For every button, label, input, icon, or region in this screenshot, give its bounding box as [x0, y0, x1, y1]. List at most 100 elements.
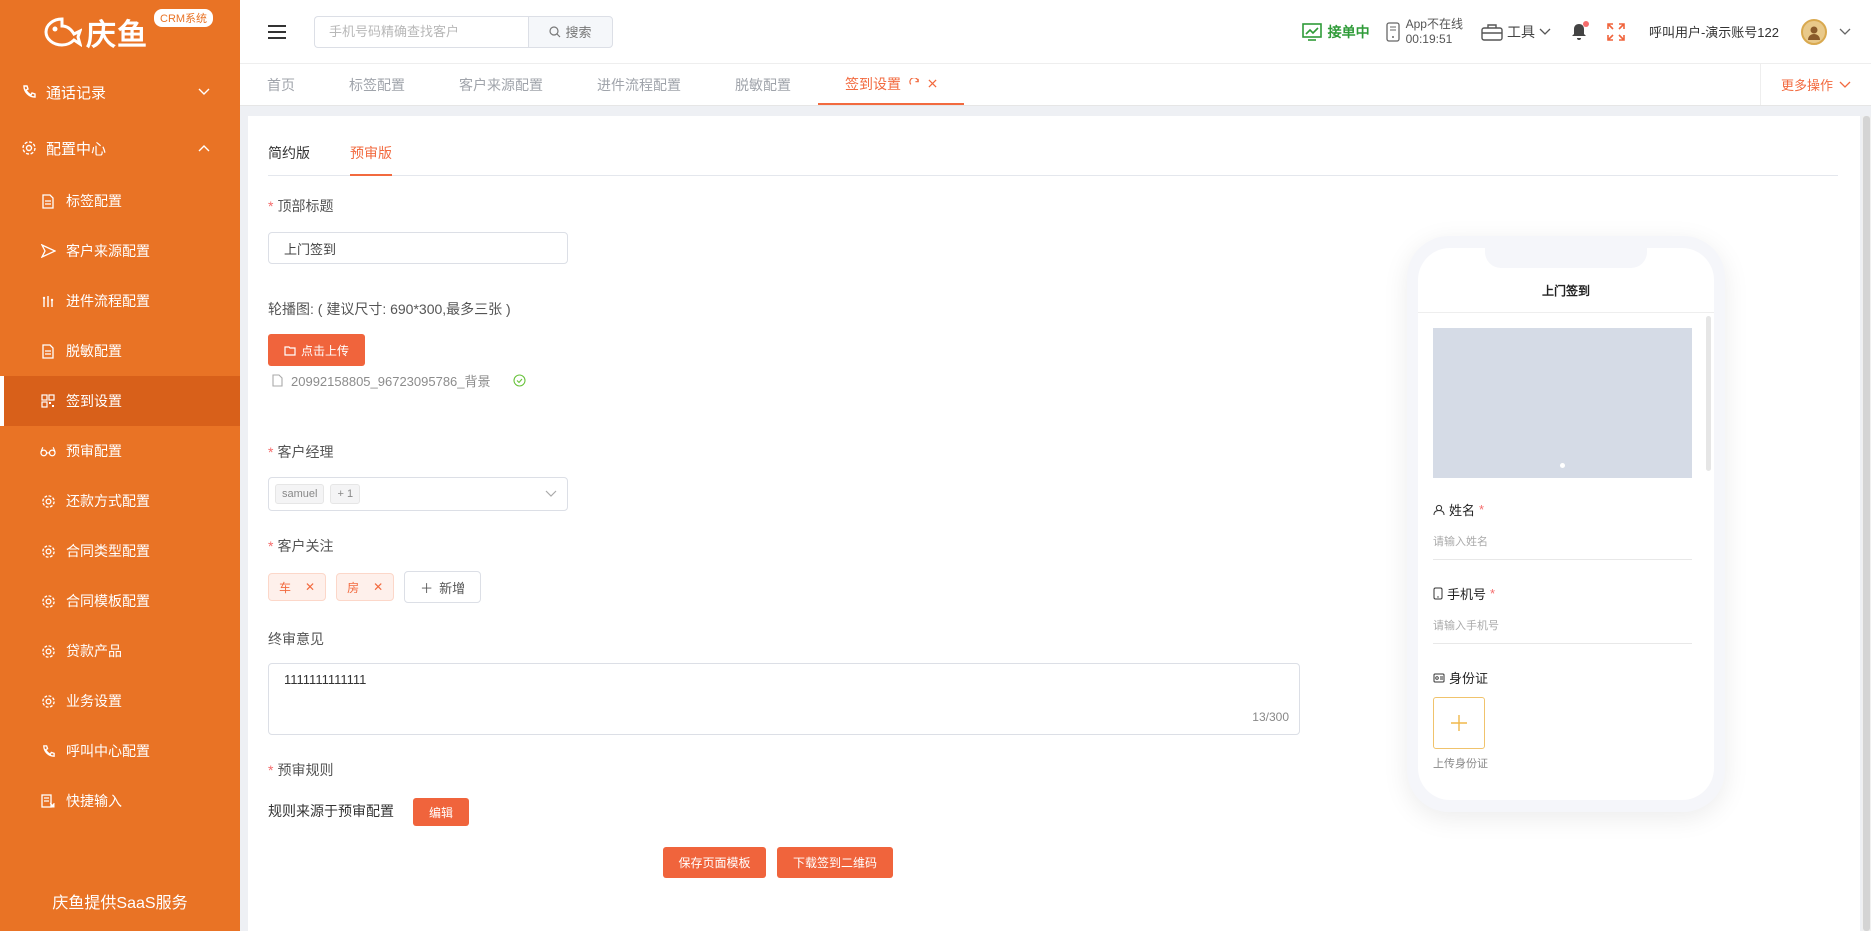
- phone-page-title: 上门签到: [1541, 284, 1590, 298]
- more-operations-dropdown[interactable]: 更多操作: [1759, 64, 1871, 105]
- sidebar-item-9[interactable]: 贷款产品: [0, 626, 240, 676]
- sidebar-item-label: 客户来源配置: [66, 243, 150, 259]
- opinion-text: 1111111111111: [284, 672, 367, 687]
- sidebar-item-2[interactable]: 进件流程配置: [0, 276, 240, 326]
- tab-label: 客户来源配置: [459, 76, 543, 93]
- uploaded-file-name: 20992158805_96723095786_背景: [291, 374, 491, 389]
- sidebar-item-label: 进件流程配置: [66, 293, 150, 309]
- add-concern-button[interactable]: ＋ 新增: [404, 571, 482, 603]
- opinion-textarea[interactable]: 1111111111111 13/300: [268, 663, 1300, 735]
- qrcode-icon: [40, 393, 56, 409]
- close-icon[interactable]: ✕: [373, 580, 383, 594]
- tab-home[interactable]: 首页: [240, 64, 322, 105]
- menu-group-config-center[interactable]: 配置中心: [0, 120, 240, 176]
- tab-desensitize-config[interactable]: 脱敏配置: [708, 64, 818, 105]
- phone-screen: 上门签到 姓名 * 请输入姓名 手机号 * 请输入手机号 身份证 上传身份证: [1418, 248, 1714, 800]
- sidebar-item-4[interactable]: 签到设置: [0, 376, 240, 426]
- manager-select[interactable]: samuel + 1: [268, 477, 568, 511]
- sidebar-item-11[interactable]: 呼叫中心配置: [0, 726, 240, 776]
- name-label: 姓名: [1449, 503, 1476, 518]
- menu-group-call-records[interactable]: 通话记录: [0, 64, 240, 120]
- top-header: 搜索 接单中 App不在线 00:19:51 工具 呼叫用户-演示账号122: [240, 0, 1871, 64]
- tab-customer-source-config[interactable]: 客户来源配置: [432, 64, 570, 105]
- upload-button[interactable]: 点击上传: [268, 334, 365, 366]
- uploaded-file[interactable]: 20992158805_96723095786_背景: [272, 371, 526, 390]
- user-name[interactable]: 呼叫用户-演示账号122: [1649, 22, 1779, 41]
- refresh-icon[interactable]: [909, 78, 920, 89]
- avatar[interactable]: [1801, 18, 1827, 45]
- scrollbar-thumb[interactable]: [1863, 116, 1870, 931]
- sidebar-item-3[interactable]: 脱敏配置: [0, 326, 240, 376]
- hamburger-menu-icon[interactable]: [266, 23, 288, 41]
- glasses-icon: [40, 443, 56, 459]
- sidebar-item-label: 还款方式配置: [66, 493, 150, 509]
- top-title-label: * 顶部标题: [268, 198, 334, 214]
- tab-flow-config[interactable]: 进件流程配置: [570, 64, 708, 105]
- sidebar-item-label: 脱敏配置: [66, 343, 122, 359]
- search-button[interactable]: 搜索: [528, 15, 613, 48]
- mobile-field: 手机号 * 请输入手机号: [1433, 584, 1692, 644]
- tab-tag-config[interactable]: 标签配置: [322, 64, 432, 105]
- top-title-input[interactable]: 上门签到: [268, 232, 568, 264]
- brand-name: 庆鱼: [86, 19, 148, 52]
- sidebar-item-7[interactable]: 合同类型配置: [0, 526, 240, 576]
- success-check-icon: [512, 374, 526, 387]
- sidebar-item-12[interactable]: 快捷输入: [0, 776, 240, 826]
- toolbox-icon: [1481, 23, 1503, 41]
- sidebar-item-10[interactable]: 业务设置: [0, 676, 240, 726]
- id-card-upload[interactable]: [1433, 697, 1485, 749]
- save-button-label: 保存页面模板: [678, 856, 751, 870]
- tab-label: 进件流程配置: [597, 76, 681, 93]
- chevron-down-icon: [1539, 28, 1551, 36]
- flow-icon: [40, 293, 56, 309]
- phone-preview: 上门签到 姓名 * 请输入姓名 手机号 * 请输入手机号 身份证 上传身份证: [1407, 236, 1725, 812]
- menu-group-label: 通话记录: [46, 84, 107, 102]
- sidebar-item-1[interactable]: 客户来源配置: [0, 226, 240, 276]
- phone-scrollbar[interactable]: [1706, 316, 1711, 471]
- taking-orders-toggle[interactable]: 接单中: [1301, 22, 1370, 42]
- taking-orders-label: 接单中: [1327, 23, 1370, 40]
- close-icon[interactable]: [928, 79, 937, 88]
- edit-rule-button[interactable]: 编辑: [413, 798, 469, 826]
- name-input[interactable]: 请输入姓名: [1433, 533, 1692, 560]
- gear-icon: [40, 643, 56, 659]
- concern-tag: 房 ✕: [336, 573, 395, 601]
- mobile-phone-icon: [1433, 587, 1443, 600]
- page-scrollbar[interactable]: [1862, 116, 1871, 931]
- sidebar-item-label: 签到设置: [66, 393, 122, 409]
- mobile-phone-icon: [1385, 21, 1400, 42]
- save-template-button[interactable]: 保存页面模板: [663, 847, 766, 878]
- name-field: 姓名 * 请输入姓名: [1433, 500, 1692, 560]
- phone-icon: [40, 743, 56, 759]
- concern-tag: 车 ✕: [268, 573, 327, 601]
- mobile-input[interactable]: 请输入手机号: [1433, 617, 1692, 644]
- concern-label: * 客户关注: [268, 538, 334, 554]
- tab-simple-version[interactable]: 简约版: [268, 144, 310, 176]
- tab-preaudit-version[interactable]: 预审版: [350, 144, 392, 176]
- download-qrcode-button[interactable]: 下载签到二维码: [777, 847, 893, 878]
- search-input[interactable]: [314, 15, 528, 48]
- search-icon: [549, 25, 561, 38]
- close-icon[interactable]: ✕: [305, 580, 315, 594]
- sidebar-item-5[interactable]: 预审配置: [0, 426, 240, 476]
- tab-checkin-settings[interactable]: 签到设置: [818, 64, 964, 105]
- fullscreen-icon[interactable]: [1607, 22, 1625, 41]
- document-icon: [40, 343, 56, 359]
- keyboard-icon: [40, 793, 56, 809]
- chevron-down-icon: [1839, 81, 1851, 89]
- sidebar-item-label: 贷款产品: [66, 643, 122, 659]
- document-icon: [40, 193, 56, 209]
- add-button-label: 新增: [439, 580, 466, 596]
- id-card-field: 身份证 上传身份证: [1433, 668, 1692, 771]
- app-status-text: App不在线: [1405, 16, 1463, 31]
- tab-label: 脱敏配置: [735, 76, 791, 93]
- chevron-down-icon[interactable]: [1839, 28, 1851, 36]
- id-card-upload-label: 上传身份证: [1433, 758, 1488, 770]
- sidebar-item-8[interactable]: 合同模板配置: [0, 576, 240, 626]
- tools-menu[interactable]: 工具: [1481, 22, 1551, 42]
- notification-bell-icon[interactable]: [1571, 20, 1589, 41]
- sidebar-item-0[interactable]: 标签配置: [0, 176, 240, 226]
- sidebar-item-6[interactable]: 还款方式配置: [0, 476, 240, 526]
- app-status: App不在线 00:19:51: [1385, 16, 1463, 47]
- sidebar-footer: 庆鱼提供SaaS服务: [52, 895, 188, 912]
